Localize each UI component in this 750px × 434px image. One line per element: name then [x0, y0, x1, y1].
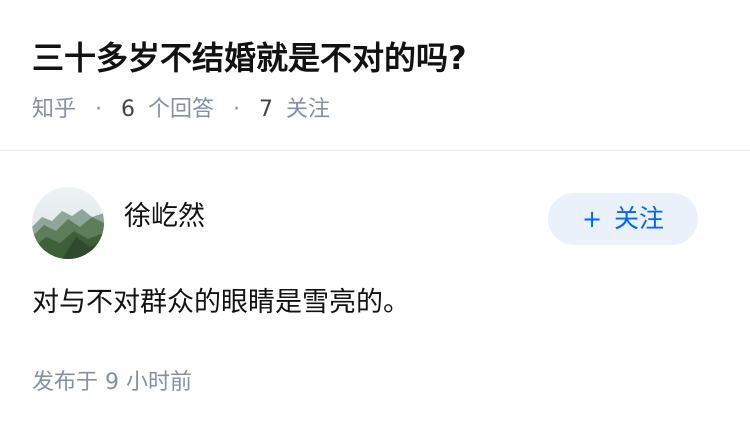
- answer-count-label[interactable]: 个回答: [148, 94, 214, 126]
- follow-button-label: 关注: [614, 204, 665, 233]
- source-label[interactable]: 知乎: [32, 94, 76, 126]
- answer-content[interactable]: 对与不对群众的眼睛是雪亮的。: [32, 283, 410, 323]
- published-time: 发布于 9 小时前: [32, 370, 192, 395]
- follow-button[interactable]: + 关注: [548, 193, 698, 245]
- page: 三十多岁不结婚就是不对的吗? 知乎 · 6 个回答 · 7 关注 徐屹然 + 关…: [0, 0, 750, 434]
- avatar[interactable]: [32, 187, 104, 259]
- meta-separator: ·: [95, 97, 103, 122]
- meta-separator: ·: [233, 97, 241, 122]
- follow-count-label: 关注: [286, 97, 331, 122]
- question-meta: 知乎 · 6 个回答 · 7 关注: [32, 94, 330, 126]
- answer-count[interactable]: 6: [121, 94, 135, 126]
- follow-count: 7: [259, 97, 274, 122]
- mountain-landscape-avatar-icon: [32, 187, 104, 259]
- question-header: 三十多岁不结婚就是不对的吗? 知乎 · 6 个回答 · 7 关注: [0, 0, 750, 151]
- author-name[interactable]: 徐屹然: [124, 199, 205, 235]
- plus-icon: +: [581, 205, 603, 233]
- question-title[interactable]: 三十多岁不结婚就是不对的吗?: [32, 36, 467, 80]
- answer-card: 徐屹然 + 关注 对与不对群众的眼睛是雪亮的。 发布于 9 小时前: [0, 151, 750, 434]
